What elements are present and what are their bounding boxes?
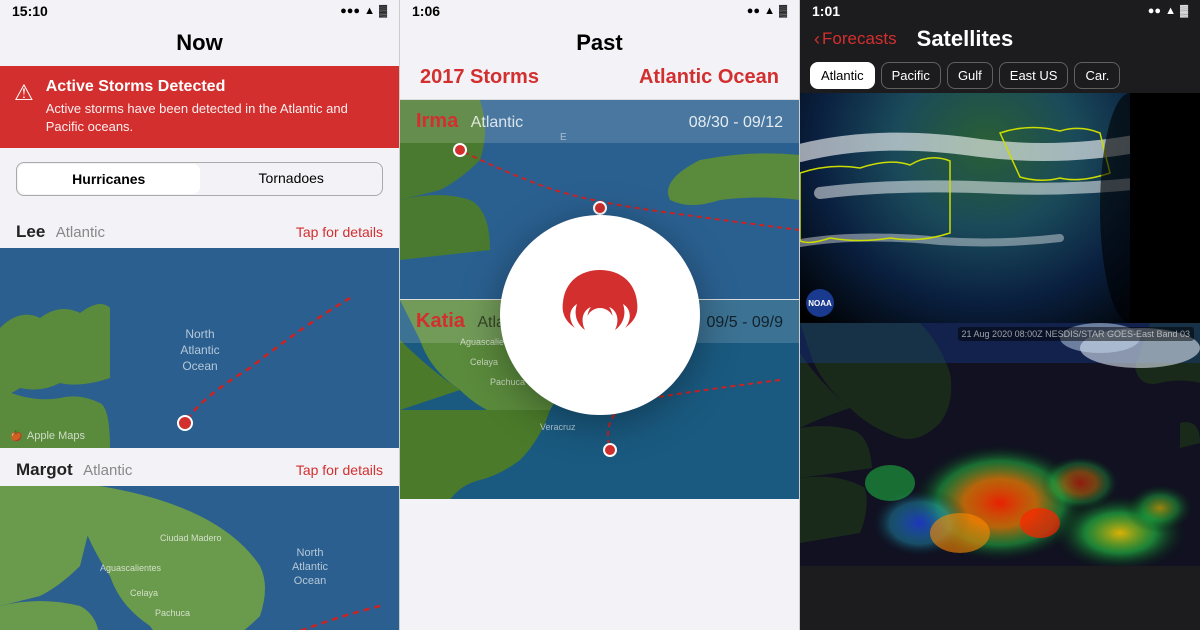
storm-name-irma: Irma (416, 110, 458, 132)
status-icons-past: ●● ▲ ▓ (747, 5, 787, 17)
past-ocean-label: Atlantic Ocean (639, 66, 779, 89)
storm-region-irma: Atlantic (471, 114, 523, 131)
alert-banner: ⚠ Active Storms Detected Active storms h… (0, 66, 399, 148)
map-margot: Ciudad Madero Aguascalientes Celaya Pach… (0, 486, 400, 630)
svg-text:North: North (185, 327, 214, 341)
storm-dates-irma: 08/30 - 09/12 (689, 114, 783, 132)
back-button[interactable]: ‹ Forecasts (814, 29, 897, 50)
tab-gulf[interactable]: Gulf (947, 62, 993, 89)
svg-text:Atlantic: Atlantic (180, 343, 219, 357)
status-bar-now: 15:10 ●●● ▲ ▓ (0, 0, 399, 22)
time-now: 15:10 (12, 3, 48, 19)
apple-maps-label: 🍎 Apple Maps (10, 430, 85, 442)
storm-region-margot: Atlantic (83, 462, 132, 479)
storm-tap-margot[interactable]: Tap for details (296, 462, 383, 478)
panel-now: 15:10 ●●● ▲ ▓ Now ⚠ Active Storms Detect… (0, 0, 400, 630)
back-label[interactable]: Forecasts (822, 29, 897, 49)
satellite-timestamp: 21 Aug 2020 08:00Z NESDIS/STAR GOES-East… (958, 327, 1194, 341)
svg-text:Atlantic: Atlantic (292, 561, 329, 573)
warning-icon: ⚠ (14, 80, 34, 106)
panel-past-title: Past (400, 22, 799, 66)
storm-irma-overlay: Irma Atlantic 08/30 - 09/12 (400, 100, 799, 143)
apple-icon: 🍎 (10, 431, 22, 442)
svg-text:Aguascalientes: Aguascalientes (100, 563, 162, 573)
svg-text:Veracruz: Veracruz (540, 422, 576, 432)
tab-caribbean[interactable]: Car. (1074, 62, 1120, 89)
svg-text:Ocean: Ocean (294, 575, 326, 587)
chevron-left-icon: ‹ (814, 29, 820, 50)
alert-body: Active storms have been detected in the … (46, 100, 385, 136)
status-icons-now: ●●● ▲ ▓ (340, 5, 387, 17)
tab-atlantic[interactable]: Atlantic (810, 62, 875, 89)
svg-text:Pachuca: Pachuca (155, 608, 190, 618)
satellites-title: Satellites (917, 26, 1014, 52)
storm-region-lee: Atlantic (56, 224, 105, 241)
panel-now-title: Now (0, 22, 399, 66)
panel-satellites: 1:01 ●● ▲ ▓ ‹ Forecasts Satellites Atlan… (800, 0, 1200, 630)
storm-dates-katia: 09/5 - 09/9 (707, 314, 784, 332)
svg-text:Celaya: Celaya (470, 357, 498, 367)
past-year-label: 2017 Storms (420, 66, 539, 89)
svg-text:Celaya: Celaya (130, 588, 158, 598)
svg-text:Ciudad Madero: Ciudad Madero (160, 533, 222, 543)
status-bar-satellites: 1:01 ●● ▲ ▓ (800, 0, 1200, 22)
alert-content: Active Storms Detected Active storms hav… (46, 78, 385, 136)
signal-icon-sat: ●● (1148, 5, 1161, 17)
time-past: 1:06 (412, 3, 440, 19)
storm-name-katia: Katia (416, 310, 465, 332)
storm-item-margot: Margot Atlantic Tap for details (0, 448, 399, 486)
tornadoes-tab[interactable]: Tornadoes (201, 163, 383, 195)
map-lee: North Atlantic Ocean 🍎 Apple Maps (0, 248, 400, 448)
time-satellites: 1:01 (812, 3, 840, 19)
storm-type-segment[interactable]: Hurricanes Tornadoes (16, 162, 383, 196)
alert-title: Active Storms Detected (46, 78, 385, 96)
noaa-logo: NOAA (806, 289, 834, 317)
battery-icon: ▓ (379, 5, 387, 17)
sat-nav: ‹ Forecasts Satellites (800, 22, 1200, 58)
satellite-image-bottom: 21 Aug 2020 08:00Z NESDIS/STAR GOES-East… (800, 323, 1200, 566)
hurricanes-tab[interactable]: Hurricanes (18, 164, 200, 194)
past-header: 2017 Storms Atlantic Ocean (400, 66, 799, 99)
signal-icon: ●●● (340, 5, 360, 17)
storm-name-margot: Margot (16, 460, 73, 479)
storm-item-lee: Lee Atlantic Tap for details (0, 210, 399, 248)
satellite-image-top: NOAA (800, 93, 1200, 323)
satellite-tabs: Atlantic Pacific Gulf East US Car. (800, 58, 1200, 93)
wifi-icon-sat: ▲ (1165, 5, 1176, 17)
svg-text:Ocean: Ocean (182, 359, 217, 373)
tab-eastus[interactable]: East US (999, 62, 1069, 89)
svg-text:North: North (297, 547, 324, 559)
signal-icon-past: ●● (747, 5, 760, 17)
storm-name-lee: Lee (16, 222, 45, 241)
hurricane-logo-svg (545, 260, 655, 370)
battery-icon-past: ▓ (779, 5, 787, 17)
wifi-icon: ▲ (364, 5, 375, 17)
storm-tap-lee[interactable]: Tap for details (296, 224, 383, 240)
status-bar-past: 1:06 ●● ▲ ▓ (400, 0, 799, 22)
battery-icon-sat: ▓ (1180, 5, 1188, 17)
svg-text:Pachuca: Pachuca (490, 377, 525, 387)
status-icons-satellites: ●● ▲ ▓ (1148, 5, 1188, 17)
app-logo-overlay (500, 215, 700, 415)
tab-pacific[interactable]: Pacific (881, 62, 941, 89)
wifi-icon-past: ▲ (764, 5, 775, 17)
